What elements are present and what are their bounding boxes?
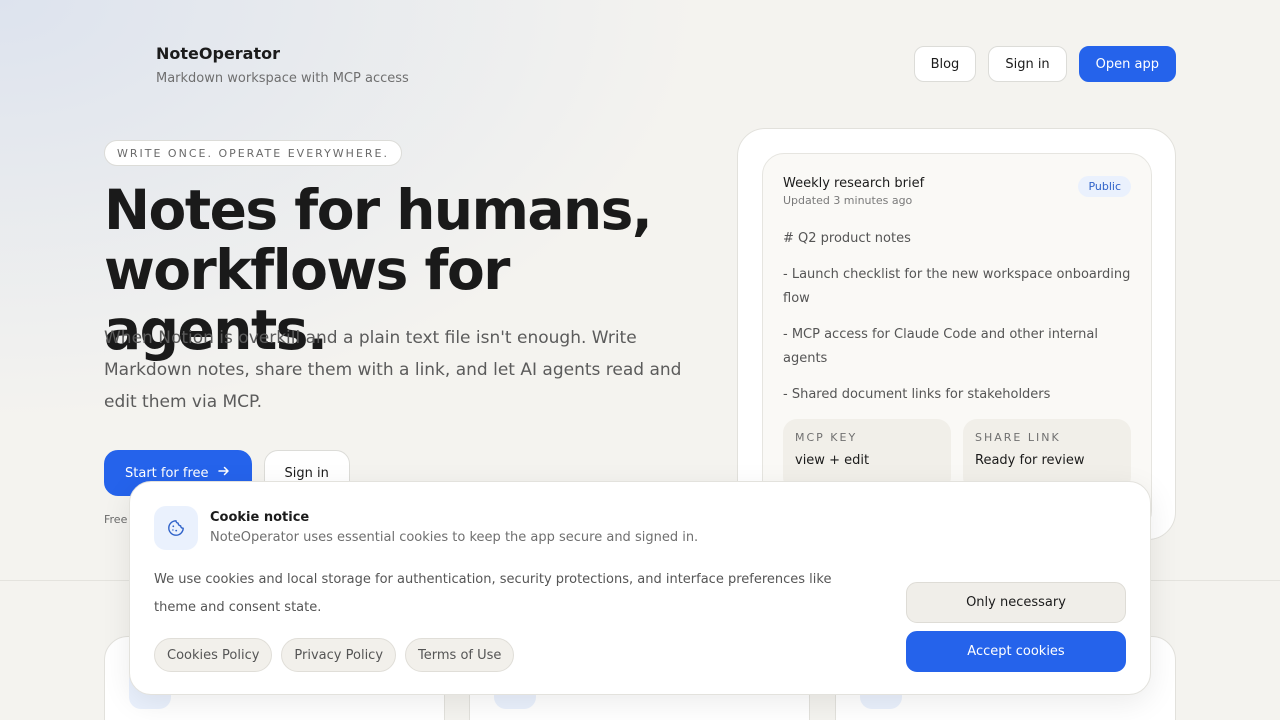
hero-subtitle: When Notion is overkill and a plain text…	[104, 328, 682, 412]
start-free-label: Start for free	[125, 465, 209, 481]
cookie-icon	[154, 506, 198, 550]
preview-lines: # Q2 product notes - Launch checklist fo…	[783, 227, 1131, 407]
terms-of-use-link[interactable]: Terms of Use	[405, 638, 515, 672]
tile-value: view + edit	[795, 453, 870, 468]
brand-tagline: Markdown workspace with MCP access	[156, 71, 409, 86]
cookie-subtitle: NoteOperator uses essential cookies to k…	[210, 530, 699, 545]
preview-frame: Weekly research brief Updated 3 minutes …	[737, 128, 1176, 540]
open-app-button[interactable]: Open app	[1078, 46, 1176, 82]
blog-button[interactable]: Blog	[913, 46, 977, 82]
public-badge: Public	[1078, 176, 1131, 197]
hero-title-line1: Notes for humans,	[104, 178, 653, 242]
accept-cookies-button[interactable]: Accept cookies	[906, 631, 1126, 672]
preview-updated: Updated 3 minutes ago	[783, 194, 913, 207]
tile-label: MCP KEY	[795, 431, 858, 444]
sign-in-button[interactable]: Sign in	[988, 46, 1067, 82]
arrow-right-icon	[217, 464, 231, 482]
preview-line: # Q2 product notes	[783, 231, 911, 246]
cookie-body: We use cookies and local storage for aut…	[154, 572, 832, 615]
cookies-policy-link[interactable]: Cookies Policy	[154, 638, 273, 672]
only-necessary-button[interactable]: Only necessary	[906, 582, 1126, 623]
preview-header: Weekly research brief Updated 3 minutes …	[783, 176, 1131, 207]
top-nav: Blog Sign in Open app	[913, 46, 1176, 82]
preview-line: - MCP access for Claude Code and other i…	[783, 327, 1098, 366]
tile-label: SHARE LINK	[975, 431, 1061, 444]
preview-card: Weekly research brief Updated 3 minutes …	[762, 153, 1152, 533]
tile-value: Ready for review	[975, 453, 1085, 468]
cookie-banner: Cookie notice NoteOperator uses essentia…	[129, 481, 1151, 695]
preview-line: - Launch checklist for the new workspace…	[783, 267, 1131, 306]
cookie-actions: Only necessary Accept cookies	[906, 582, 1126, 672]
hero-eyebrow: WRITE ONCE. OPERATE EVERYWHERE.	[104, 140, 402, 166]
cookie-links: Cookies Policy Privacy Policy Terms of U…	[154, 638, 515, 672]
preview-line: - Shared document links for stakeholders	[783, 387, 1051, 402]
hero-note: Free	[104, 513, 128, 526]
preview-title: Weekly research brief	[783, 176, 925, 191]
privacy-policy-link[interactable]: Privacy Policy	[281, 638, 397, 672]
brand-name[interactable]: NoteOperator	[156, 44, 409, 63]
cookie-title: Cookie notice	[210, 510, 310, 525]
brand: NoteOperator Markdown workspace with MCP…	[156, 44, 409, 86]
